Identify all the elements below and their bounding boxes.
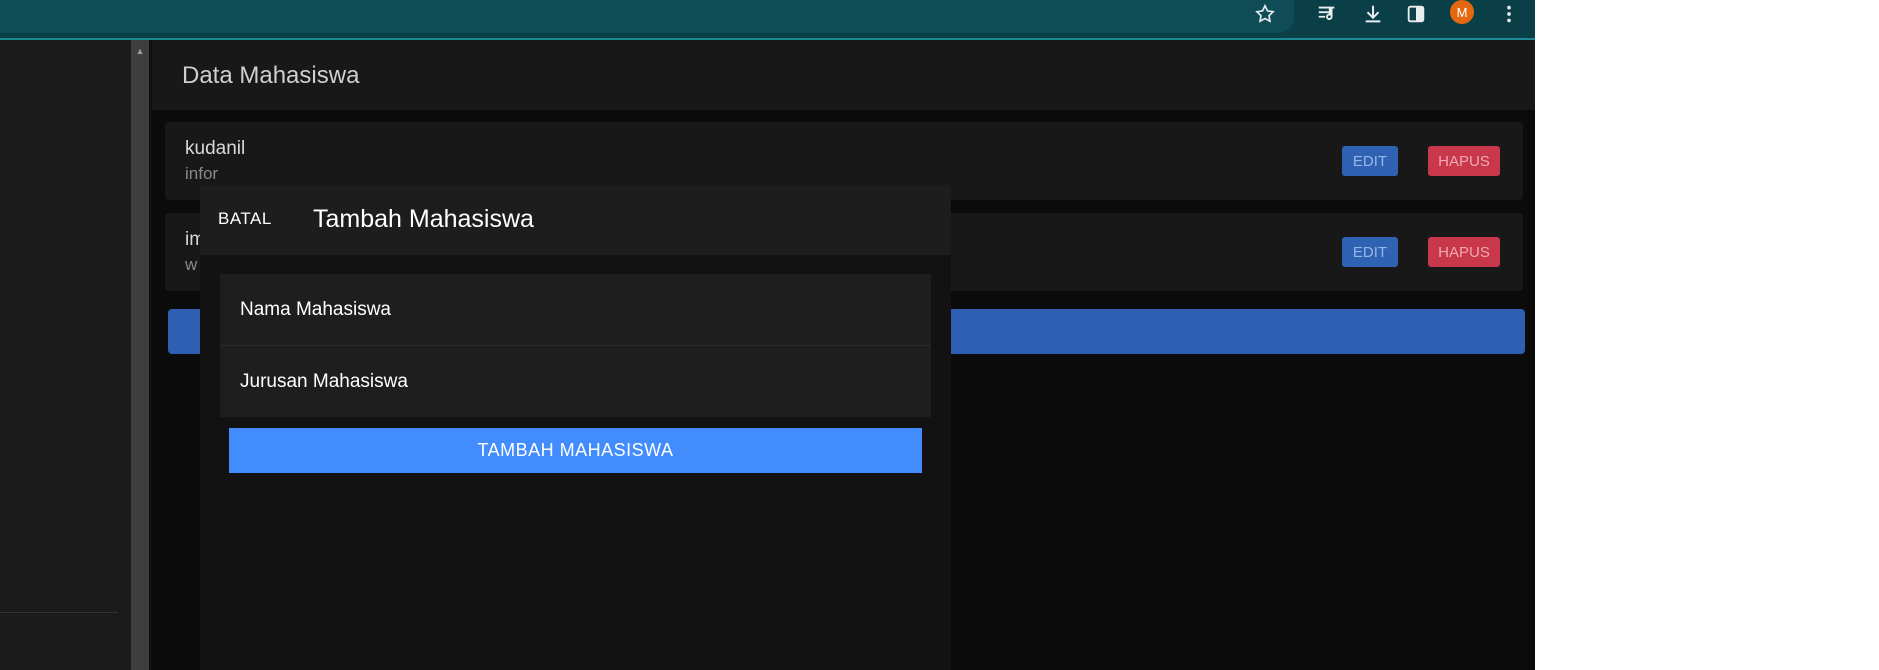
media-queue-icon[interactable]	[1313, 2, 1341, 26]
submit-button[interactable]: TAMBAH MAHASISWA	[229, 428, 922, 473]
address-bar[interactable]: va	[0, 0, 1294, 33]
left-side-panel	[0, 40, 131, 670]
profile-avatar[interactable]: M	[1450, 0, 1474, 24]
major-field[interactable]: Jurusan Mahasiswa	[220, 346, 931, 417]
student-major: infor	[185, 164, 219, 183]
delete-button[interactable]: HAPUS	[1428, 237, 1500, 267]
student-form: Nama Mahasiswa Jurusan Mahasiswa	[220, 274, 931, 417]
side-panel-icon[interactable]	[1402, 2, 1430, 26]
panel-divider	[0, 612, 118, 613]
browser-toolbar: va M	[0, 0, 1535, 40]
modal-header: BATAL Tambah Mahasiswa	[200, 185, 951, 255]
cancel-button[interactable]: BATAL	[218, 209, 272, 229]
modal-title: Tambah Mahasiswa	[313, 205, 534, 233]
add-student-modal: BATAL Tambah Mahasiswa Nama Mahasiswa Ju…	[200, 185, 951, 670]
edit-button[interactable]: EDIT	[1342, 146, 1398, 176]
scroll-up-arrow-icon[interactable]: ▲	[131, 44, 149, 58]
more-vert-icon[interactable]	[1495, 2, 1523, 26]
scrollbar[interactable]	[131, 40, 149, 670]
student-name: kudanil	[185, 138, 246, 159]
student-major: w	[185, 255, 198, 274]
name-field-label: Nama Mahasiswa	[240, 299, 391, 320]
download-icon[interactable]	[1359, 2, 1387, 26]
edit-button[interactable]: EDIT	[1342, 237, 1398, 267]
name-field[interactable]: Nama Mahasiswa	[220, 274, 931, 346]
star-icon[interactable]	[1251, 2, 1279, 26]
page-title: Data Mahasiswa	[182, 62, 360, 89]
major-field-label: Jurusan Mahasiswa	[240, 371, 408, 392]
delete-button[interactable]: HAPUS	[1428, 146, 1500, 176]
app-header: Data Mahasiswa	[152, 40, 1535, 110]
